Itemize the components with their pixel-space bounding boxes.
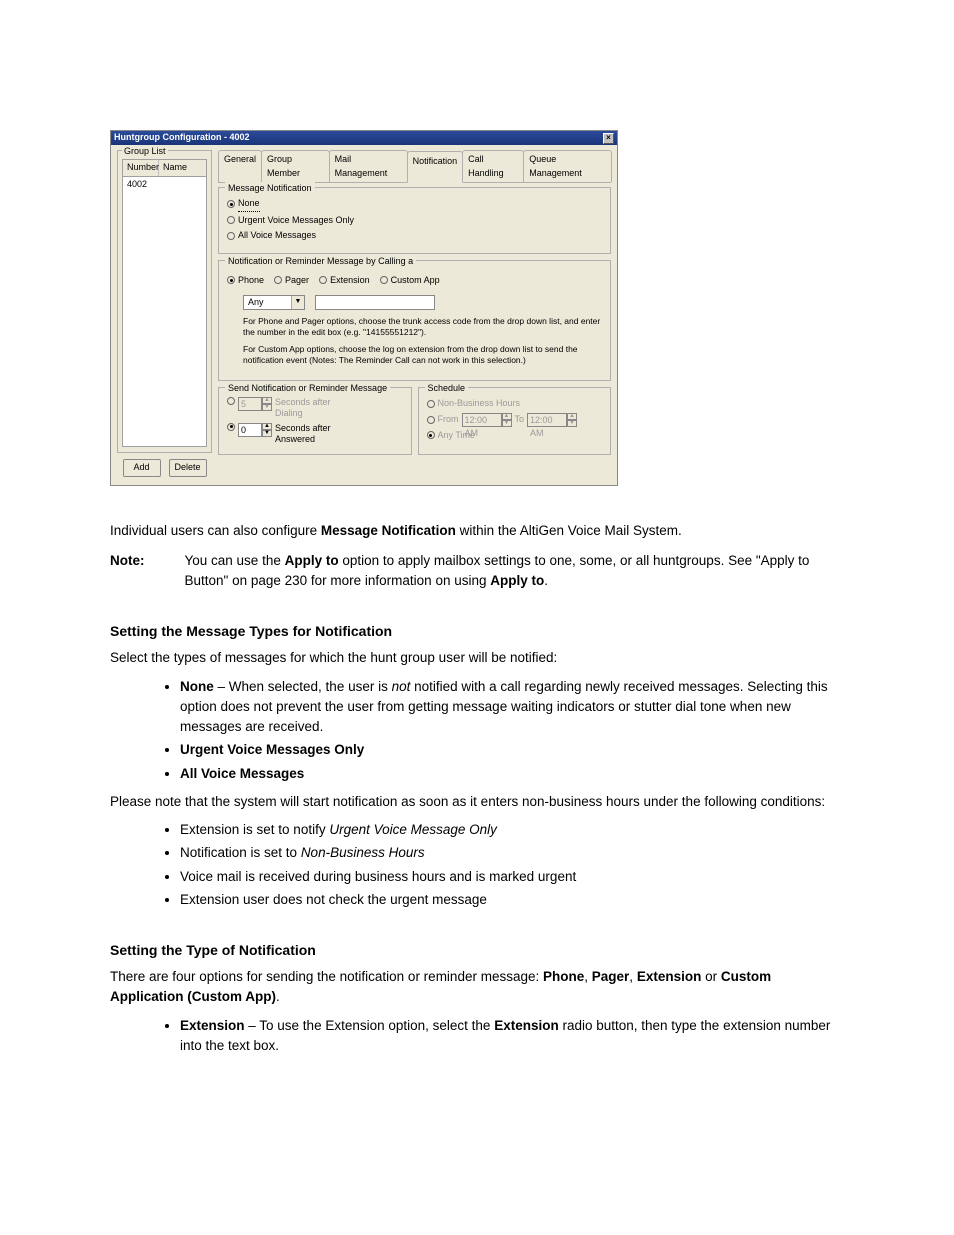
bullet-list: Extension is set to notify Urgent Voice … xyxy=(180,820,844,910)
radio-pager[interactable] xyxy=(274,276,282,284)
tab-mail-mgmt[interactable]: Mail Management xyxy=(329,150,408,182)
chevron-down-icon: ▼ xyxy=(291,296,304,309)
radio-after-dialing[interactable] xyxy=(227,397,235,405)
list-item: Urgent Voice Messages Only xyxy=(180,740,844,760)
radio-custom-app[interactable] xyxy=(380,276,388,284)
spinner-up-icon[interactable]: ▲ xyxy=(262,423,272,430)
radio-pager-label: Pager xyxy=(285,274,309,288)
paragraph: Individual users can also configure Mess… xyxy=(110,521,844,541)
radio-nbh[interactable] xyxy=(427,400,435,408)
help-phone-pager: For Phone and Pager options, choose the … xyxy=(243,316,602,338)
seconds-answered-input[interactable]: 0 xyxy=(238,423,262,437)
paragraph: Please note that the system will start n… xyxy=(110,792,844,812)
radio-phone[interactable] xyxy=(227,276,235,284)
note: Note: You can use the Apply to option to… xyxy=(110,551,844,592)
add-button[interactable]: Add xyxy=(123,459,161,477)
group-list-panel: Group List Number Name 4002 Add Delete xyxy=(117,150,212,477)
list-item: Notification is set to Non-Business Hour… xyxy=(180,843,844,863)
radio-none[interactable] xyxy=(227,200,235,208)
spinner-down-icon[interactable]: ▼ xyxy=(262,430,272,437)
window-title: Huntgroup Configuration - 4002 xyxy=(114,131,250,145)
list-item: Voice mail is received during business h… xyxy=(180,867,844,887)
note-text: You can use the Apply to option to apply… xyxy=(185,551,845,592)
close-icon[interactable]: × xyxy=(603,133,614,144)
spinner-up-icon[interactable]: ▲ xyxy=(502,413,512,420)
radio-none-label: None xyxy=(238,197,260,212)
tab-strip: General Group Member Mail Management Not… xyxy=(218,150,611,183)
seconds-dialing-input[interactable]: 5 xyxy=(238,397,262,411)
col-name: Name xyxy=(159,160,206,176)
tab-general[interactable]: General xyxy=(218,150,262,182)
paragraph: Select the types of messages for which t… xyxy=(110,648,844,668)
trunk-access-combo[interactable]: Any ▼ xyxy=(243,295,305,310)
tab-notification[interactable]: Notification xyxy=(407,151,464,183)
list-item: Extension is set to notify Urgent Voice … xyxy=(180,820,844,840)
help-custom-app: For Custom App options, choose the log o… xyxy=(243,344,602,366)
list-item: None – When selected, the user is not no… xyxy=(180,677,844,738)
spinner-up-icon[interactable]: ▲ xyxy=(262,397,272,404)
titlebar: Huntgroup Configuration - 4002 × xyxy=(111,131,617,145)
radio-phone-label: Phone xyxy=(238,274,264,288)
radio-all-label: All Voice Messages xyxy=(238,229,316,243)
huntgroup-config-dialog: Huntgroup Configuration - 4002 × Group L… xyxy=(110,130,618,486)
send-notification-group: Send Notification or Reminder Message 5▲… xyxy=(218,387,412,455)
list-item: All Voice Messages xyxy=(180,764,844,784)
radio-all[interactable] xyxy=(227,232,235,240)
delete-button[interactable]: Delete xyxy=(169,459,207,477)
radio-ext-label: Extension xyxy=(330,274,370,288)
msg-notif-legend: Message Notification xyxy=(225,182,315,196)
radio-urgent-label: Urgent Voice Messages Only xyxy=(238,214,354,228)
list-item[interactable]: 4002 xyxy=(123,177,206,193)
note-label: Note: xyxy=(110,551,145,592)
group-list-legend: Group List xyxy=(122,145,168,159)
paragraph: There are four options for sending the n… xyxy=(110,967,844,1008)
list-item: Extension – To use the Extension option,… xyxy=(180,1016,844,1057)
tab-queue-mgmt[interactable]: Queue Management xyxy=(523,150,612,182)
number-input[interactable] xyxy=(315,295,435,310)
bullet-list: None – When selected, the user is not no… xyxy=(180,677,844,784)
bullet-list: Extension – To use the Extension option,… xyxy=(180,1016,844,1057)
send-legend: Send Notification or Reminder Message xyxy=(225,382,390,396)
spinner-down-icon[interactable]: ▼ xyxy=(262,404,272,411)
spinner-down-icon[interactable]: ▼ xyxy=(567,420,577,427)
radio-custom-label: Custom App xyxy=(391,274,440,288)
group-list-body[interactable]: 4002 xyxy=(122,177,207,447)
col-number: Number xyxy=(123,160,159,176)
tab-call-handling[interactable]: Call Handling xyxy=(462,150,524,182)
by-calling-group: Notification or Reminder Message by Call… xyxy=(218,260,611,382)
nbh-label: Non-Business Hours xyxy=(438,397,521,411)
section-heading: Setting the Message Types for Notificati… xyxy=(110,621,844,642)
schedule-legend: Schedule xyxy=(425,382,469,396)
schedule-group: Schedule Non-Business Hours From 12:00 A… xyxy=(418,387,612,455)
any-time-label: Any Time xyxy=(438,429,476,443)
group-list-header: Number Name xyxy=(122,159,207,177)
radio-extension[interactable] xyxy=(319,276,327,284)
tab-group-member[interactable]: Group Member xyxy=(261,150,330,182)
spinner-up-icon[interactable]: ▲ xyxy=(567,413,577,420)
document-body: Individual users can also configure Mess… xyxy=(110,521,844,1057)
section-heading: Setting the Type of Notification xyxy=(110,940,844,961)
list-item: Extension user does not check the urgent… xyxy=(180,890,844,910)
radio-after-answered[interactable] xyxy=(227,423,235,431)
radio-urgent[interactable] xyxy=(227,216,235,224)
radio-any-time[interactable] xyxy=(427,431,435,439)
spinner-down-icon[interactable]: ▼ xyxy=(502,420,512,427)
message-notification-group: Message Notification None Urgent Voice M… xyxy=(218,187,611,254)
to-time-input[interactable]: 12:00 AM xyxy=(527,413,567,427)
by-calling-legend: Notification or Reminder Message by Call… xyxy=(225,255,416,269)
from-time-input[interactable]: 12:00 AM xyxy=(462,413,502,427)
radio-from-to[interactable] xyxy=(427,416,435,424)
